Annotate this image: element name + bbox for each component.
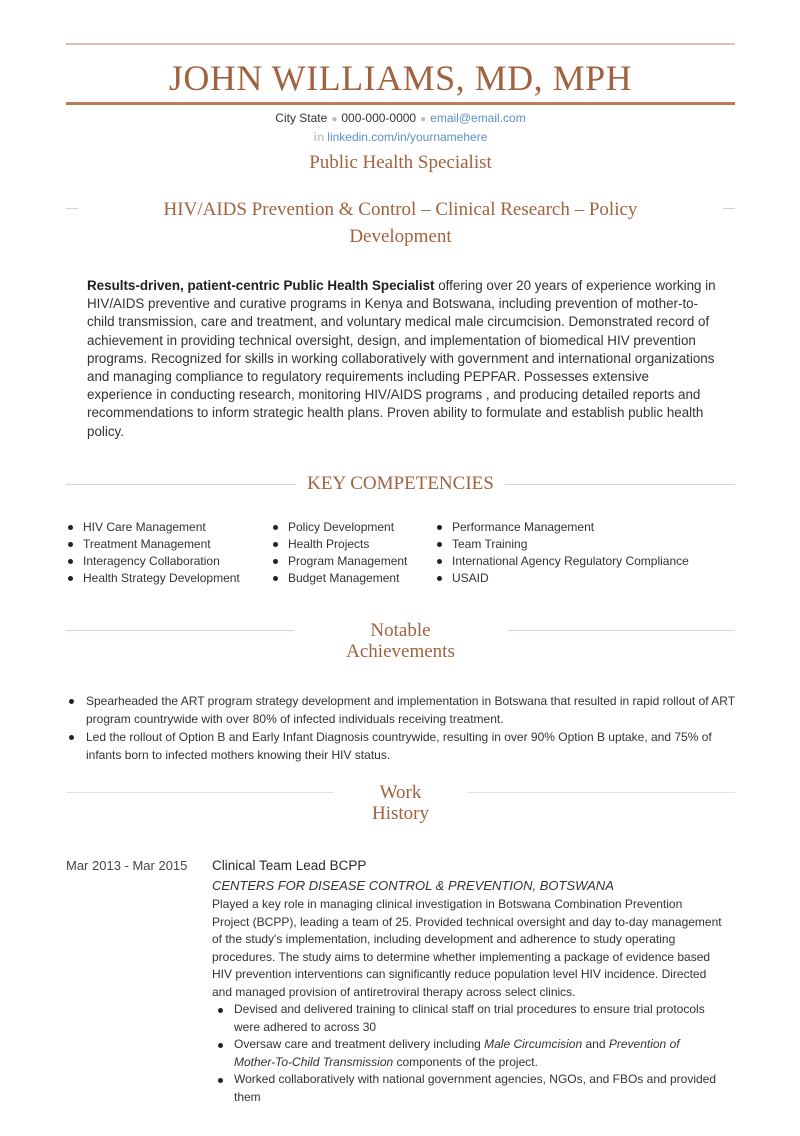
achievement-item: Spearheaded the ART program strategy dev… — [66, 692, 735, 728]
achievement-item: Led the rollout of Option B and Early In… — [66, 728, 735, 764]
email-link[interactable]: email@email.com — [430, 111, 526, 125]
competency-item: Program Management — [271, 553, 407, 570]
competency-item: Health Projects — [271, 536, 407, 553]
job-bullet: Worked collaboratively with national gov… — [212, 1071, 722, 1106]
heading-rule-left — [66, 792, 334, 793]
competency-column-2: Policy Development Health Projects Progr… — [271, 519, 407, 587]
heading-rule-right — [505, 484, 735, 485]
heading-rule-left — [66, 630, 294, 631]
name-divider — [66, 102, 735, 105]
linkedin-line: in linkedin.com/in/yournamehere — [66, 129, 735, 145]
summary-lead: Results-driven, patient-centric Public H… — [87, 278, 435, 293]
heading-rule-right — [507, 630, 735, 631]
competency-column-1: HIV Care Management Treatment Management… — [66, 519, 240, 587]
bullet-emphasis: Male Circumcision — [484, 1037, 583, 1051]
job-bullet: Devised and delivered training to clinic… — [212, 1001, 722, 1036]
competency-item: Team Training — [435, 536, 689, 553]
summary-text: offering over 20 years of experience wor… — [87, 278, 716, 439]
top-divider — [66, 43, 735, 45]
job-description: Played a key role in managing clinical i… — [212, 897, 722, 999]
competency-item: Interagency Collaboration — [66, 553, 240, 570]
competency-item: Health Strategy Development — [66, 570, 240, 587]
bullet-text: components of the project. — [393, 1054, 538, 1069]
competency-item: Budget Management — [271, 570, 407, 587]
heading-rule-left — [66, 484, 296, 485]
competency-item: International Agency Regulatory Complian… — [435, 553, 689, 570]
job-bullets: Devised and delivered training to clinic… — [212, 1001, 722, 1106]
bullet-text: and — [582, 1037, 609, 1051]
linkedin-link[interactable]: linkedin.com/in/yournamehere — [327, 130, 487, 144]
job-bullet: Oversaw care and treatment delivery incl… — [212, 1036, 722, 1071]
competency-item: Performance Management — [435, 519, 689, 536]
linkedin-icon: in — [313, 130, 325, 144]
competencies-heading: KEY COMPETENCIES — [66, 471, 735, 497]
job-entry: Clinical Team Lead BCPP CENTERS FOR DISE… — [212, 857, 722, 1106]
work-history-heading: Work History — [66, 780, 735, 827]
job-title: Clinical Team Lead BCPP — [212, 858, 367, 873]
professional-summary: Results-driven, patient-centric Public H… — [87, 277, 717, 441]
separator-dot: ● — [331, 114, 338, 125]
section-title: KEY COMPETENCIES — [307, 473, 494, 494]
bullet-text: Oversaw care and treatment delivery incl… — [234, 1037, 485, 1051]
competency-column-3: Performance Management Team Training Int… — [435, 519, 689, 587]
tagline: HIV/AIDS Prevention & Control – Clinical… — [66, 196, 735, 250]
contact-line: City State ● 000-000-0000 ● email@email.com — [66, 110, 735, 128]
job-organization: CENTERS FOR DISEASE CONTROL & PREVENTION… — [212, 878, 614, 893]
job-title: Public Health Specialist — [309, 152, 492, 173]
achievements-heading: Notable Achievements — [66, 618, 735, 665]
section-title-line-2: Achievements — [346, 641, 455, 662]
job-dates: Mar 2013 - Mar 2015 — [66, 858, 188, 873]
competency-item: USAID — [435, 570, 689, 587]
separator-dot: ● — [420, 114, 427, 125]
heading-rule-right — [467, 792, 735, 793]
competency-item: Policy Development — [271, 519, 407, 536]
competency-item: HIV Care Management — [66, 519, 240, 536]
competency-item: Treatment Management — [66, 536, 240, 553]
section-title-line-2: History — [372, 803, 429, 824]
phone: 000-000-0000 — [341, 111, 417, 125]
candidate-name: JOHN WILLIAMS, MD, MPH — [168, 58, 633, 98]
location: City State — [275, 111, 328, 125]
achievements-list: Spearheaded the ART program strategy dev… — [66, 692, 735, 764]
tagline-text: HIV/AIDS Prevention & Control – Clinical… — [163, 199, 638, 247]
